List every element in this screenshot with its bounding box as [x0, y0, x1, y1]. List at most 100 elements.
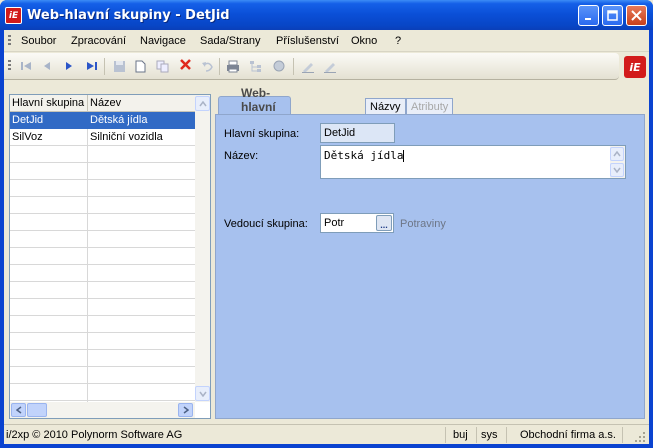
status-separator [445, 427, 446, 443]
status-bar: i/2xp © 2010 Polynorm Software AG buj sy… [4, 424, 649, 444]
cell-main-group: SilVoz [12, 131, 43, 143]
text-cursor [403, 150, 405, 162]
menu-zpracovani[interactable]: Zpracování [71, 35, 126, 47]
chevron-down-icon [198, 391, 207, 397]
empty-row [10, 163, 195, 180]
close-button[interactable] [626, 5, 647, 26]
title-bar[interactable]: iE Web-hlavní skupiny - DetJid [0, 0, 653, 30]
empty-row [10, 282, 195, 299]
menu-sada-strany[interactable]: Sada/Strany [200, 35, 261, 47]
toolbar-grip[interactable] [8, 60, 11, 72]
previous-record-icon[interactable] [39, 58, 55, 74]
table-row[interactable]: SilVoz Silniční vozidla [10, 129, 195, 146]
first-record-icon[interactable] [18, 58, 34, 74]
print-icon[interactable] [225, 58, 241, 74]
empty-row [10, 333, 195, 350]
tab-names[interactable]: Názvy [365, 98, 406, 115]
toolbar-separator [293, 58, 294, 75]
empty-row [10, 350, 195, 367]
name-field[interactable]: Dětská jídla [320, 145, 626, 179]
column-header-main-group[interactable]: Hlavní skupina [12, 97, 84, 109]
main-group-value: DetJid [324, 127, 356, 139]
last-record-icon[interactable] [84, 58, 100, 74]
lookup-icon[interactable] [271, 58, 287, 74]
name-label: Název: [224, 150, 259, 162]
tab-attributes: Atributy [406, 98, 454, 115]
new-document-icon[interactable] [132, 58, 148, 74]
name-field-scrollbar[interactable] [610, 146, 625, 178]
window-title: Web-hlavní skupiny - DetJid [27, 8, 230, 23]
menu-help[interactable]: ? [395, 35, 401, 47]
save-icon[interactable] [111, 58, 127, 74]
undo-icon[interactable] [199, 58, 215, 74]
main-group-label: Hlavní skupina: [224, 128, 300, 140]
minimize-icon [584, 17, 591, 20]
menu-prislusenstvi[interactable]: Příslušenství [276, 35, 339, 47]
lead-group-lookup-button[interactable]: ... [376, 215, 392, 231]
next-record-icon[interactable] [61, 58, 77, 74]
edit-pencil-icon[interactable] [300, 58, 316, 74]
menu-navigace[interactable]: Navigace [140, 35, 186, 47]
scroll-left-button[interactable] [11, 403, 26, 417]
group-list-grid[interactable]: Hlavní skupina Název DetJid Dětská jídla… [9, 94, 211, 419]
main-group-field[interactable]: DetJid [320, 123, 395, 143]
resize-grip-icon[interactable] [634, 431, 646, 443]
empty-row [10, 180, 195, 197]
toolbar-separator [219, 58, 220, 75]
name-scroll-down-button[interactable] [610, 163, 624, 177]
status-separator [506, 427, 507, 443]
tree-icon[interactable] [248, 58, 264, 74]
status-role: sys [481, 429, 498, 441]
grid-header: Hlavní skupina Název [10, 95, 195, 112]
chevron-down-icon [613, 167, 621, 173]
status-copyright: i/2xp © 2010 Polynorm Software AG [6, 429, 183, 441]
name-value: Dětská jídla [324, 149, 404, 162]
scroll-up-button[interactable] [195, 96, 210, 111]
horizontal-scroll-thumb[interactable] [27, 403, 47, 417]
lead-group-description: Potraviny [400, 218, 446, 230]
empty-row [10, 384, 195, 401]
lead-group-field[interactable]: Potr ... [320, 213, 394, 233]
minimize-button[interactable] [578, 5, 599, 26]
empty-row [10, 316, 195, 333]
status-company: Obchodní firma a.s. [520, 429, 616, 441]
vertical-scrollbar[interactable] [195, 95, 210, 402]
status-user: buj [453, 429, 468, 441]
chevron-up-icon [198, 100, 207, 106]
menu-grip[interactable] [8, 35, 11, 47]
cell-name: Dětská jídla [90, 114, 148, 126]
maximize-button[interactable] [602, 5, 623, 26]
cell-main-group: DetJid [12, 114, 44, 126]
column-header-name[interactable]: Název [90, 97, 121, 109]
detail-panel: Hlavní skupina: DetJid Název: Dětská jíd… [215, 114, 645, 419]
app-window: iE Web-hlavní skupiny - DetJid Soubor Zp… [0, 0, 653, 448]
horizontal-scrollbar[interactable] [10, 402, 195, 418]
toolbar [4, 53, 619, 80]
scroll-right-button[interactable] [178, 403, 193, 417]
delete-icon[interactable] [177, 56, 193, 72]
lead-group-value: Potr [324, 217, 345, 229]
close-icon [631, 10, 642, 21]
empty-row [10, 299, 195, 316]
menu-soubor[interactable]: Soubor [21, 35, 56, 47]
copy-icon[interactable] [154, 58, 170, 74]
chevron-left-icon [15, 406, 21, 414]
tab-web-main-group[interactable]: Web-hlavní skupina [218, 86, 292, 128]
chevron-up-icon [613, 151, 621, 157]
empty-row [10, 197, 195, 214]
app-icon[interactable]: iE [5, 7, 22, 24]
empty-row [10, 146, 195, 163]
client-area: Soubor Zpracování Navigace Sada/Strany P… [4, 30, 649, 444]
table-row[interactable]: DetJid Dětská jídla [10, 112, 195, 129]
menu-okno[interactable]: Okno [351, 35, 377, 47]
lead-group-label: Vedoucí skupina: [224, 218, 308, 230]
maximize-icon [607, 10, 618, 21]
column-separator[interactable] [87, 95, 88, 112]
scroll-down-button[interactable] [195, 386, 210, 401]
chevron-right-icon [183, 406, 189, 414]
empty-row [10, 214, 195, 231]
edit-pencil-alt-icon[interactable] [322, 58, 338, 74]
empty-row [10, 248, 195, 265]
toolbar-separator [104, 58, 105, 75]
name-scroll-up-button[interactable] [610, 147, 624, 161]
